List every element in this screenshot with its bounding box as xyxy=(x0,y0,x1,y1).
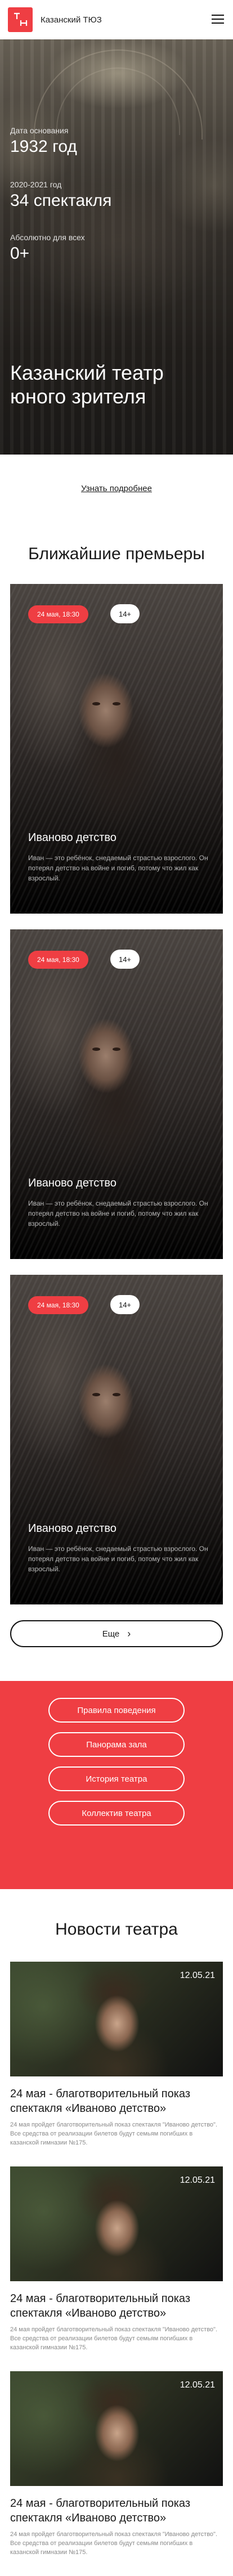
news-item[interactable]: 12.05.21 24 мая - благотворительный пока… xyxy=(0,1962,233,2147)
age-rating-badge: 14+ xyxy=(110,1295,140,1314)
premiere-date-badge: 24 мая, 18:30 xyxy=(28,1296,88,1314)
stat-label: Абсолютно для всех xyxy=(10,233,85,242)
news-text: 24 мая пройдет благотворительный показ с… xyxy=(10,2531,218,2556)
premieres-title: Ближайшие премьеры xyxy=(28,545,205,563)
premiere-name: Иваново детство xyxy=(28,831,116,844)
site-title: Казанский ТЮЗ xyxy=(41,15,102,25)
premiere-name: Иваново детство xyxy=(28,1177,116,1189)
card-image-decor xyxy=(90,702,124,708)
stat-label: 2020-2021 год xyxy=(10,180,62,189)
age-rating-badge: 14+ xyxy=(110,950,140,969)
hero-heading-line: Казанский театр xyxy=(10,361,164,384)
theatre-history-link-button[interactable]: История театра xyxy=(48,1766,185,1791)
premiere-date-badge: 24 мая, 18:30 xyxy=(28,605,88,623)
news-image: 12.05.21 xyxy=(10,2166,223,2281)
premiere-card[interactable]: 24 мая, 18:30 14+ Иваново детство Иван —… xyxy=(10,929,223,1259)
stat-value: 0+ xyxy=(10,244,30,263)
stat-founded: Дата основания 1932 год xyxy=(10,126,77,156)
stat-age: Абсолютно для всех 0+ xyxy=(10,233,85,263)
news-title: Новости театра xyxy=(55,1920,178,1939)
premiere-date-badge: 24 мая, 18:30 xyxy=(28,951,88,969)
learn-more-section: Узнать подробнее xyxy=(0,455,233,522)
more-button-label: Еще xyxy=(102,1629,120,1639)
hero-heading: Казанский театр юного зрителя xyxy=(10,361,164,408)
info-links-block: Правила поведения Панорама зала История … xyxy=(0,1681,233,1889)
stat-value: 34 спектакля xyxy=(10,191,112,210)
more-premieres-button[interactable]: Еще › xyxy=(10,1620,223,1647)
news-date: 12.05.21 xyxy=(180,1971,215,1980)
card-image-decor xyxy=(90,1048,124,1053)
news-item[interactable]: 12.05.21 24 мая - благотворительный пока… xyxy=(0,2371,233,2557)
premiere-card[interactable]: 24 мая, 18:30 14+ Иваново детство Иван —… xyxy=(10,1275,223,1604)
news-text: 24 мая пройдет благотворительный показ с… xyxy=(10,2121,218,2146)
theatre-logo[interactable] xyxy=(8,7,33,32)
news-image: 12.05.21 xyxy=(10,1962,223,2076)
premiere-name: Иваново детство xyxy=(28,1522,116,1535)
news-date: 12.05.21 xyxy=(180,2380,215,2390)
stat-label: Дата основания xyxy=(10,126,69,135)
header: Казанский ТЮЗ xyxy=(0,0,233,39)
news-image: 12.05.21 xyxy=(10,2371,223,2486)
card-image-decor xyxy=(90,1393,124,1399)
news-headline[interactable]: 24 мая - благотворительный показ спектак… xyxy=(10,2087,223,2116)
hall-panorama-link-button[interactable]: Панорама зала xyxy=(48,1732,185,1757)
rules-link-button[interactable]: Правила поведения xyxy=(48,1698,185,1723)
theatre-team-link-button[interactable]: Коллектив театра xyxy=(48,1801,185,1826)
news-headline[interactable]: 24 мая - благотворительный показ спектак… xyxy=(10,2291,223,2321)
premiere-card[interactable]: 24 мая, 18:30 14+ Иваново детство Иван —… xyxy=(10,584,223,914)
stat-season: 2020-2021 год 34 спектакля xyxy=(10,180,111,210)
news-text: 24 мая пройдет благотворительный показ с… xyxy=(10,2326,218,2351)
logo-mark-icon xyxy=(14,12,28,26)
premiere-description: Иван — это ребёнок, снедаемый страстью в… xyxy=(28,1199,208,1228)
premiere-description: Иван — это ребёнок, снедаемый страстью в… xyxy=(28,1545,208,1573)
chevron-right-icon: › xyxy=(127,1628,131,1639)
news-date: 12.05.21 xyxy=(180,2175,215,2185)
menu-burger-icon[interactable] xyxy=(212,15,224,24)
hero-banner: Дата основания 1932 год 2020-2021 год 34… xyxy=(0,39,233,455)
hero-heading-line: юного зрителя xyxy=(10,385,146,408)
news-item[interactable]: 12.05.21 24 мая - благотворительный пока… xyxy=(0,2166,233,2352)
news-headline[interactable]: 24 мая - благотворительный показ спектак… xyxy=(10,2496,223,2525)
learn-more-link[interactable]: Узнать подробнее xyxy=(81,484,152,493)
premiere-description: Иван — это ребёнок, снедаемый страстью в… xyxy=(28,854,208,882)
stat-value: 1932 год xyxy=(10,137,77,156)
age-rating-badge: 14+ xyxy=(110,604,140,623)
